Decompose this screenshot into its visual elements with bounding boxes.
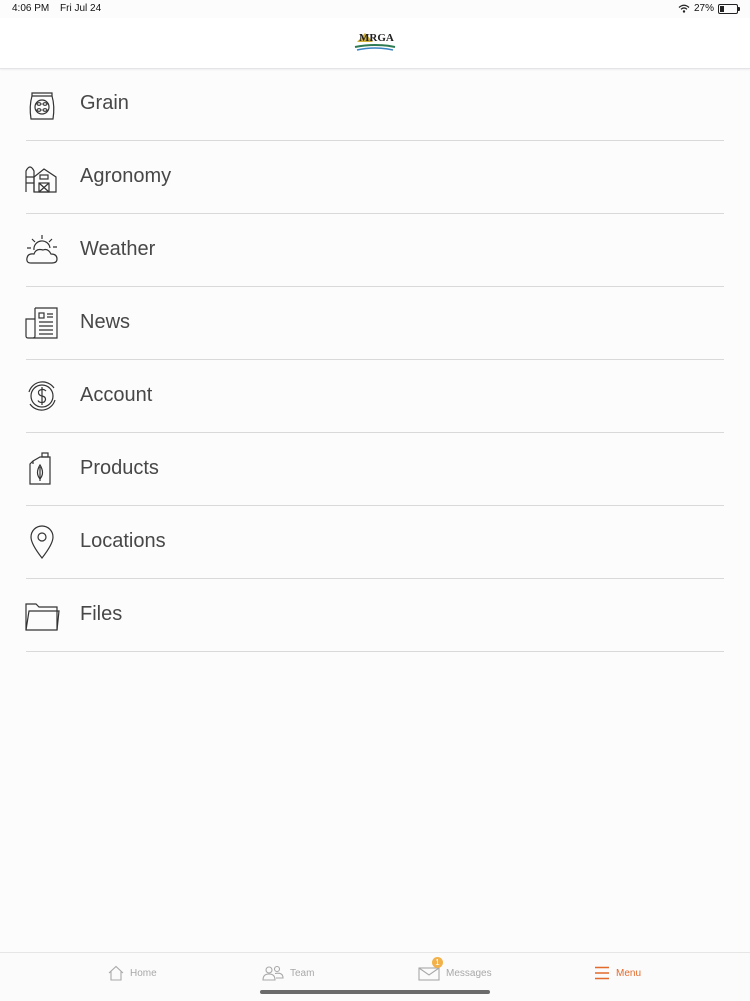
app-header: MRGA — [0, 18, 750, 69]
menu-item-label: Weather — [80, 238, 156, 260]
status-left: 4:06 PM Fri Jul 24 — [12, 3, 101, 14]
menu-item-label: Agronomy — [80, 165, 172, 187]
menu-item-locations[interactable]: Locations — [26, 506, 724, 579]
status-date: Fri Jul 24 — [60, 3, 102, 14]
status-bar: 4:06 PM Fri Jul 24 27% — [0, 0, 750, 18]
menu-item-account[interactable]: Account — [26, 360, 724, 433]
newspaper-icon — [24, 305, 60, 341]
logo-text: MRGA — [359, 32, 394, 44]
menu-item-weather[interactable]: Weather — [26, 214, 724, 287]
sun-cloud-icon — [24, 232, 60, 268]
menu-item-files[interactable]: Files — [24, 579, 724, 652]
menu-list: Grain Agronomy Weather News Account Prod… — [24, 68, 724, 652]
tab-menu-label: Menu — [616, 967, 642, 979]
tab-team[interactable]: Team — [262, 953, 314, 993]
barn-silo-icon — [24, 159, 60, 195]
menu-item-label: Products — [80, 457, 159, 479]
menu-item-grain[interactable]: Grain — [26, 68, 724, 141]
tab-home-label: Home — [130, 967, 157, 979]
menu-item-label: Grain — [80, 92, 129, 114]
menu-item-news[interactable]: News — [24, 287, 724, 360]
tab-team-label: Team — [290, 967, 315, 979]
menu-item-label: Files — [80, 603, 123, 625]
menu-item-label: Account — [80, 384, 153, 406]
menu-item-agronomy[interactable]: Agronomy — [24, 141, 724, 214]
mrga-logo: MRGA — [353, 30, 397, 52]
folder-icon — [24, 597, 60, 633]
tab-menu[interactable]: Menu — [594, 953, 641, 993]
jug-leaf-icon — [24, 451, 60, 487]
grain-bag-icon — [24, 86, 60, 122]
home-icon — [108, 965, 124, 981]
hamburger-icon — [595, 966, 609, 980]
menu-item-label: News — [80, 311, 131, 333]
tab-messages[interactable]: 1 Messages — [418, 953, 492, 993]
team-icon — [262, 965, 284, 981]
dollar-circle-icon — [24, 378, 60, 414]
map-pin-icon — [24, 524, 60, 560]
status-right: 27% — [678, 3, 740, 14]
battery-percent: 27% — [693, 3, 714, 14]
wifi-icon — [678, 4, 690, 13]
home-indicator — [260, 990, 490, 994]
battery-icon — [718, 3, 740, 14]
menu-item-products[interactable]: Products — [26, 433, 724, 506]
tab-messages-label: Messages — [446, 967, 492, 979]
tab-home[interactable]: Home — [108, 953, 157, 993]
status-time: 4:06 PM — [12, 3, 50, 14]
messages-badge: 1 — [432, 957, 443, 968]
menu-item-label: Locations — [80, 530, 166, 552]
